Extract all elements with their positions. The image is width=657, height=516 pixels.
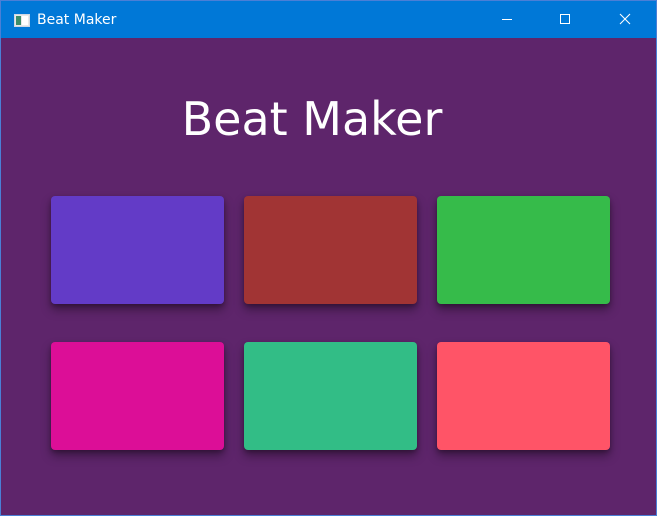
close-icon xyxy=(619,10,631,29)
close-button[interactable] xyxy=(594,1,656,38)
beat-pad-2[interactable] xyxy=(244,196,417,304)
minimize-icon xyxy=(501,10,513,29)
minimize-button[interactable] xyxy=(478,1,536,38)
maximize-icon xyxy=(559,10,571,29)
beat-pad-6[interactable] xyxy=(437,342,610,450)
beat-pad-4[interactable] xyxy=(51,342,224,450)
title-bar[interactable]: Beat Maker xyxy=(1,1,656,38)
main-content: Beat Maker xyxy=(1,38,656,515)
app-icon xyxy=(14,12,30,27)
maximize-button[interactable] xyxy=(536,1,594,38)
app-window: Beat Maker Beat Maker xyxy=(0,0,657,516)
beat-pad-5[interactable] xyxy=(244,342,417,450)
beat-pad-3[interactable] xyxy=(437,196,610,304)
beat-pad-1[interactable] xyxy=(51,196,224,304)
page-title: Beat Maker xyxy=(181,92,443,146)
window-title: Beat Maker xyxy=(37,12,117,28)
